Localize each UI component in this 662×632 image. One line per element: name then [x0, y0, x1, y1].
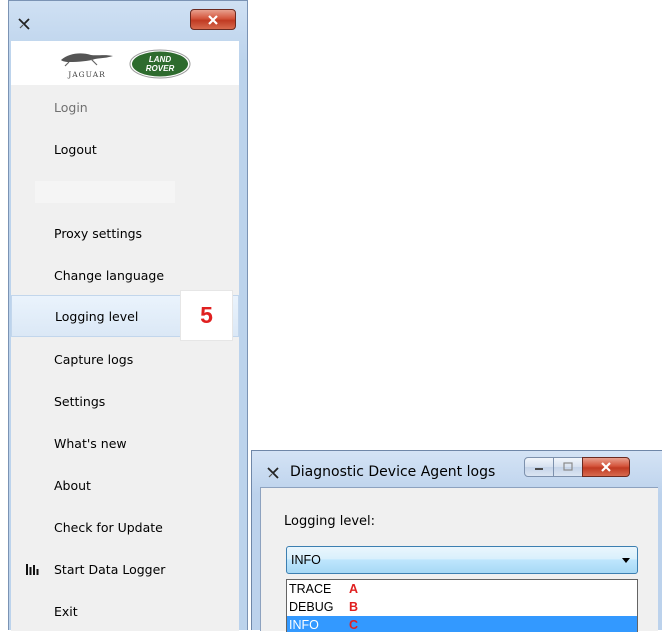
brand-logos: JAGUAR LAND ROVER	[11, 41, 239, 85]
minimize-icon	[535, 468, 543, 470]
dialog-content: Logging level: INFO TRACE A DEBUG B INFO…	[260, 487, 658, 632]
dropdown-option-trace[interactable]: TRACE A	[287, 580, 637, 599]
menu-item-label: Login	[54, 99, 88, 115]
menu-item-proxy-settings[interactable]: Proxy settings	[11, 213, 239, 253]
window-close-button[interactable]	[582, 457, 630, 477]
maximize-button[interactable]	[553, 457, 583, 477]
step-number-badge: 5	[180, 290, 233, 341]
dropdown-option-debug[interactable]: DEBUG B	[287, 598, 637, 617]
menu-item-label: Check for Update	[54, 519, 163, 535]
window-close-button[interactable]	[190, 9, 236, 30]
option-label: DEBUG	[289, 600, 334, 614]
logging-level-label: Logging level:	[284, 514, 375, 529]
option-label: TRACE	[289, 582, 332, 596]
menu-item-label: Capture logs	[54, 351, 134, 367]
land-rover-logo: LAND ROVER	[129, 49, 191, 79]
menu-item-label: What's new	[54, 435, 127, 451]
land-rover-line1: LAND	[149, 55, 171, 64]
menu-item-check-for-update[interactable]: Check for Update	[11, 507, 239, 547]
menu-item-label: Change language	[54, 267, 165, 283]
menu-item-settings[interactable]: Settings	[11, 381, 239, 421]
x-logo-icon	[267, 467, 279, 479]
maximize-icon	[563, 462, 573, 471]
logs-dialog-window: Diagnostic Device Agent logs Logging lev…	[251, 450, 662, 632]
menu-item-exit[interactable]: Exit	[11, 591, 239, 631]
dialog-title: Diagnostic Device Agent logs	[290, 464, 496, 480]
dropdown-selected-value: INFO	[291, 553, 321, 567]
menu-item-capture-logs[interactable]: Capture logs	[11, 339, 239, 379]
menu-item-about[interactable]: About	[11, 465, 239, 505]
jaguar-leaper-icon	[61, 53, 113, 67]
x-logo-icon	[18, 18, 30, 30]
menu-item-whats-new[interactable]: What's new	[11, 423, 239, 463]
option-marker: B	[349, 600, 359, 614]
dropdown-options-list: TRACE A DEBUG B INFO C	[286, 579, 638, 632]
minimize-button[interactable]	[524, 457, 554, 477]
jaguar-logo: JAGUAR	[55, 47, 119, 79]
menu-item-label: About	[54, 477, 91, 493]
land-rover-line2: ROVER	[146, 64, 175, 73]
menu-item-logout[interactable]: Logout	[11, 129, 239, 169]
title-bar	[9, 1, 247, 41]
menu-item-change-language[interactable]: Change language	[11, 255, 239, 295]
close-icon	[208, 14, 218, 25]
bar-chart-icon	[26, 564, 39, 575]
chevron-down-icon	[622, 558, 630, 563]
menu-item-label: Exit	[54, 603, 78, 619]
menu-item-label: Proxy settings	[54, 225, 143, 241]
close-icon	[601, 462, 611, 472]
menu-item-label: Settings	[54, 393, 106, 409]
menu-separator-blank	[35, 181, 175, 203]
menu-item-label: Logout	[54, 141, 97, 157]
menu-item-start-data-logger[interactable]: Start Data Logger	[11, 549, 239, 589]
jaguar-wordmark: JAGUAR	[68, 70, 106, 79]
logging-level-dropdown[interactable]: INFO	[286, 546, 638, 574]
menu-item-login: Login	[11, 87, 239, 127]
menu-item-label: Start Data Logger	[54, 561, 166, 577]
option-marker: A	[349, 582, 359, 596]
menu-item-label: Logging level	[55, 308, 139, 324]
